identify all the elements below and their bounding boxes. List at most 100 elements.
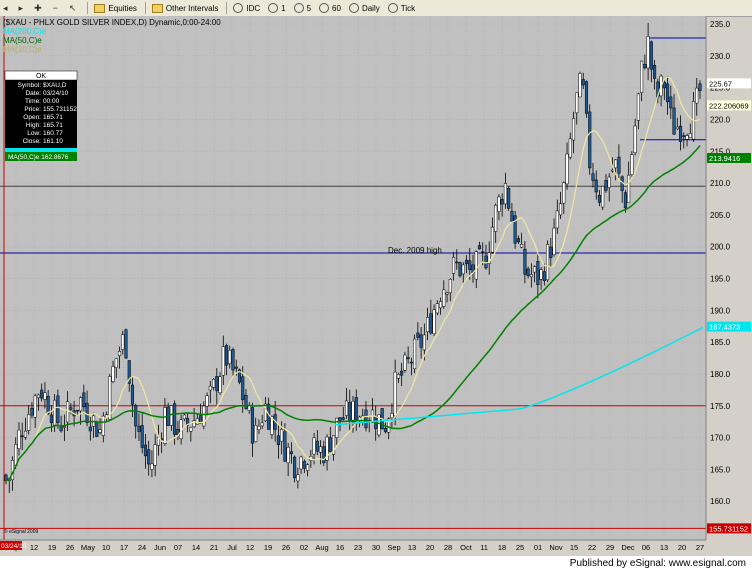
candle-body — [627, 174, 631, 204]
x-tick-label: 22 — [588, 543, 596, 552]
data-window-row-value: 165.71 — [43, 114, 63, 121]
candle-body — [678, 125, 683, 142]
candle-body — [403, 354, 407, 371]
candle-body — [610, 169, 614, 172]
data-window-row-label: High: — [26, 122, 41, 129]
x-tick-label: Aug — [315, 543, 328, 552]
price-chart[interactable]: 160.0 165.0 170.0 175.0 180.0 185.0 190.0 195.0… — [0, 16, 752, 556]
candle-body — [306, 464, 310, 471]
toolbar-tick-button[interactable]: Tick — [385, 1, 418, 15]
x-tick-label: 13 — [408, 543, 416, 552]
candle-body — [85, 402, 89, 423]
candle-body — [228, 350, 232, 365]
data-window-row-label: Date: — [25, 90, 41, 97]
toolbar: ◂ ▸ ✚ − ↖ Equities Other Intervals IDC 1… — [0, 0, 752, 17]
toolbar-other-intervals-label: Other Intervals — [165, 3, 219, 13]
clock-icon — [268, 3, 279, 13]
x-tick-label: 07 — [174, 543, 182, 552]
candle-body — [507, 188, 511, 209]
toolbar-other-intervals-button[interactable]: Other Intervals — [149, 1, 221, 15]
candle-body — [315, 440, 319, 452]
price-tag-label: 222.206069 — [709, 101, 749, 110]
data-window-row-value: 00:00 — [43, 98, 60, 105]
toolbar-zoom-in[interactable]: ✚ — [31, 1, 48, 15]
candle-body — [604, 180, 608, 191]
candle-body — [422, 334, 426, 351]
toolbar-zoom-out[interactable]: − — [50, 1, 64, 15]
toolbar-60min-button[interactable]: 60 — [316, 1, 344, 15]
candle-body — [520, 244, 524, 248]
candle-body — [675, 126, 679, 130]
candle-body — [464, 259, 469, 265]
candle-body — [461, 264, 465, 275]
candle-body — [549, 246, 553, 259]
candle-body — [319, 446, 323, 453]
candle-body — [698, 83, 702, 91]
toolbar-60min-label: 60 — [332, 3, 341, 13]
candle-body — [597, 195, 602, 203]
y-tick-label: 220.0 — [710, 115, 731, 124]
candle-body — [510, 210, 514, 222]
data-window-ma-row: MA(50,C)e 162.8676 — [8, 154, 69, 161]
candle-body — [124, 329, 128, 359]
clock-icon — [348, 3, 359, 13]
x-tick-label: 15 — [570, 543, 578, 552]
toolbar-nav-right[interactable]: ▸ — [16, 1, 30, 15]
x-tick-label: 19 — [264, 543, 272, 552]
candle-body — [338, 417, 342, 421]
price-tag-label: 155.731152 — [709, 524, 748, 533]
candle-body — [662, 81, 666, 89]
candle-body — [640, 60, 644, 93]
candle-body — [396, 374, 400, 379]
candle-body — [98, 429, 102, 433]
toolbar-daily-button[interactable]: Daily — [346, 1, 383, 15]
candle-body — [121, 334, 125, 350]
ma50-legend: MA(50,C)e — [3, 36, 42, 45]
candle-body — [568, 138, 572, 158]
toolbar-1min-button[interactable]: 1 — [265, 1, 288, 15]
candle-body — [153, 444, 157, 466]
toolbar-5min-button[interactable]: 5 — [291, 1, 314, 15]
toolbar-equities-label: Equities — [108, 3, 137, 13]
y-tick-label: 195.0 — [710, 275, 731, 284]
x-tick-label: 21 — [210, 543, 218, 552]
candle-body — [474, 251, 478, 280]
x-tick-label: Jun — [154, 543, 166, 552]
folder-icon — [151, 3, 163, 13]
x-tick-label: Oct — [460, 543, 473, 552]
candle-body — [448, 278, 452, 294]
candle-body — [646, 36, 650, 69]
candle-body — [143, 444, 147, 457]
y-tick-label: 175.0 — [710, 402, 731, 411]
candle-body — [439, 301, 443, 309]
data-window-row-value: 161.10 — [43, 138, 63, 145]
candle-body — [435, 303, 439, 314]
toolbar-equities-button[interactable]: Equities — [91, 1, 139, 15]
price-tag-label: 187.4373 — [709, 323, 740, 332]
candle-body — [481, 251, 485, 253]
candle-body — [383, 427, 387, 433]
candle-body — [82, 392, 86, 408]
x-tick-label: 12 — [246, 543, 254, 552]
data-window[interactable]: OK Symbol: $XAU,DDate: 03/24/10Time: 00:00P… — [4, 70, 78, 161]
price-tag-label: 213.9416 — [709, 154, 740, 163]
candle-body — [280, 429, 284, 442]
toolbar-idc-button[interactable]: IDC — [230, 1, 263, 15]
candle-body — [215, 376, 219, 392]
x-tick-label: May — [81, 543, 95, 552]
x-tick-label: 27 — [696, 543, 704, 552]
ma10-legend: MA(10,C)e — [3, 45, 42, 54]
candle-body — [497, 196, 501, 212]
candle-body — [111, 366, 115, 382]
candle-body — [490, 226, 494, 253]
x-tick-label: 25 — [516, 543, 524, 552]
toolbar-nav-left[interactable]: ◂ — [0, 1, 14, 15]
candle-body — [442, 289, 446, 307]
candle-body — [53, 399, 57, 426]
x-tick-label: 14 — [192, 543, 200, 552]
toolbar-cursor[interactable]: ↖ — [66, 1, 83, 15]
y-tick-label: 235.0 — [710, 20, 731, 29]
candle-body — [130, 384, 135, 405]
data-window-row-label: Low: — [27, 130, 41, 137]
candle-body — [299, 456, 303, 470]
